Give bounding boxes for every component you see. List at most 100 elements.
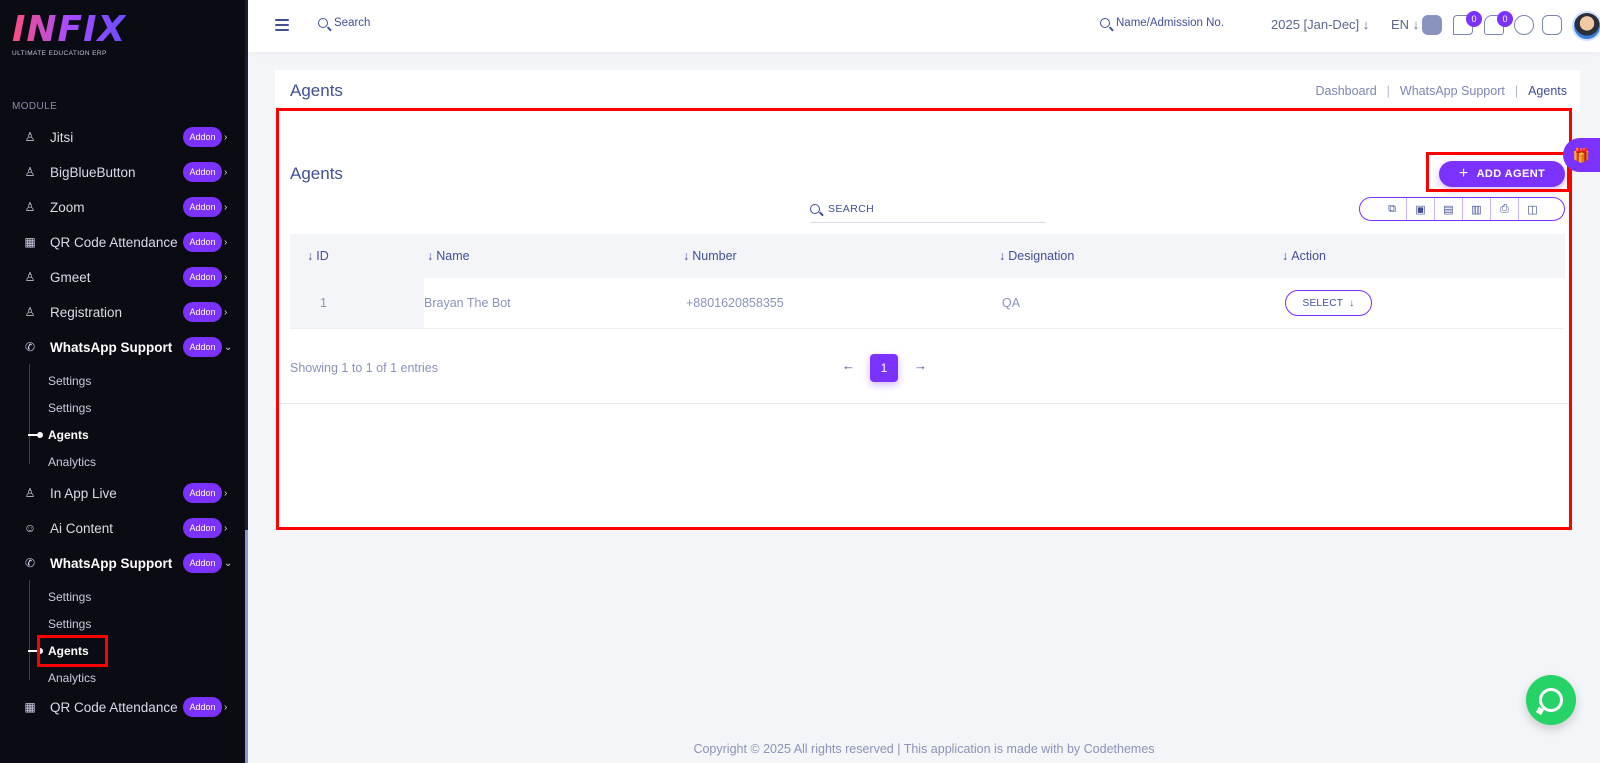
sidebar-item-label: QR Code Attendance (50, 699, 178, 715)
active-indicator (28, 432, 43, 438)
cell-designation: QA (1002, 296, 1021, 310)
brand-name: INFIX (12, 9, 127, 50)
chevron-right-icon: › (224, 701, 228, 713)
sort-arrow-icon: ↓ (999, 249, 1006, 263)
agents-card (277, 110, 1570, 528)
search-icon (318, 18, 328, 28)
add-agent-button[interactable]: + ADD AGENT (1439, 161, 1565, 187)
chat-count-badge: 0 (1466, 11, 1482, 27)
addon-badge: Addon (183, 553, 222, 573)
sidebar-item-ai-content[interactable]: ☺ Ai Content Addon › (0, 511, 240, 545)
print-icon[interactable]: ⎙ (1490, 198, 1518, 220)
sidebar-item-in-app-live[interactable]: ♙ In App Live Addon › (0, 476, 240, 510)
sort-arrow-icon: ↓ (427, 249, 434, 263)
sidebar-item-label: Ai Content (50, 520, 114, 536)
notification-count-badge: 0 (1497, 11, 1513, 27)
language-selector[interactable]: EN ↓ (1391, 17, 1419, 32)
column-header-label: Number (692, 249, 737, 263)
breadcrumb-dashboard[interactable]: Dashboard (1316, 84, 1377, 98)
chevron-right-icon: › (224, 201, 228, 213)
sort-arrow-icon: ↓ (307, 249, 314, 263)
active-indicator (28, 648, 43, 654)
previous-page-icon[interactable]: ← (842, 358, 855, 373)
column-header-label: Action (1291, 249, 1326, 263)
sidebar-scrollbar-thumb[interactable] (245, 530, 248, 763)
chevron-right-icon: › (224, 166, 228, 178)
addon-badge: Addon (183, 483, 222, 503)
submenu-item-agents[interactable]: Agents (48, 644, 89, 658)
session-selector[interactable]: 2025 [Jan-Dec] ↓ (1271, 17, 1369, 32)
next-page-icon[interactable]: → (914, 358, 927, 373)
gift-icon[interactable]: 🎁 (1563, 138, 1600, 172)
sidebar-item-qr-code-attendance[interactable]: ▦ QR Code Attendance Addon › (0, 225, 240, 259)
student-search[interactable]: Name/Admission No. (1100, 17, 1224, 29)
column-header-label: Name (436, 249, 470, 263)
chevron-down-icon: ⌄ (224, 341, 233, 353)
app-logo[interactable]: INFIX ULTIMATE EDUCATION ERP (12, 9, 127, 58)
column-header-id[interactable]: ↓ ID (307, 249, 329, 263)
module-heading: MODULE (12, 101, 58, 112)
column-header-designation[interactable]: ↓ Designation (999, 249, 1074, 263)
card-title: Agents (290, 164, 343, 183)
table-search-input[interactable]: SEARCH (810, 195, 1046, 223)
column-header-name[interactable]: ↓ Name (427, 249, 470, 263)
footer-copyright: Copyright © 2025 All rights reserved | T… (693, 742, 1155, 756)
arrow-down-icon: ↓ (1362, 17, 1370, 32)
addon-badge: Addon (183, 518, 222, 538)
submenu-item-settings[interactable]: Settings (48, 374, 91, 388)
robot-icon[interactable] (1422, 15, 1442, 35)
user-avatar[interactable] (1572, 11, 1600, 41)
sidebar-item-qr-code-attendance-2[interactable]: ▦ QR Code Attendance Addon › (0, 690, 240, 724)
chevron-right-icon: › (224, 487, 228, 499)
sidebar-item-bigbluebutton[interactable]: ♙ BigBlueButton Addon › (0, 155, 240, 189)
column-header-number[interactable]: ↓ Number (683, 249, 737, 263)
page-title: Agents (290, 81, 343, 100)
column-header-action[interactable]: ↓ Action (1282, 249, 1326, 263)
columns-icon[interactable]: ◫ (1518, 198, 1546, 220)
sidebar-item-label: QR Code Attendance (50, 234, 178, 250)
sidebar-item-jitsi[interactable]: ♙ Jitsi Addon › (0, 120, 240, 154)
sidebar-item-registration[interactable]: ♙ Registration Addon › (0, 295, 240, 329)
submenu-item-analytics[interactable]: Analytics (48, 671, 96, 685)
card-divider (277, 403, 1570, 404)
submenu-item-settings[interactable]: Settings (48, 401, 91, 415)
person-icon: ♙ (24, 165, 36, 179)
sidebar-item-whatsapp-support[interactable]: ✆ WhatsApp Support Addon ⌄ (0, 330, 240, 364)
addon-badge: Addon (183, 127, 222, 147)
submenu-item-settings[interactable]: Settings (48, 590, 91, 604)
qr-grid-icon: ▦ (24, 700, 36, 714)
chevron-right-icon: › (224, 271, 228, 283)
submenu-item-analytics[interactable]: Analytics (48, 455, 96, 469)
addon-badge: Addon (183, 162, 222, 182)
page-button-current[interactable]: 1 (870, 354, 898, 382)
pdf-icon[interactable]: ▥ (1462, 198, 1490, 220)
chevron-right-icon: › (224, 522, 228, 534)
globe-icon[interactable] (1514, 15, 1534, 35)
arrow-down-icon: ↓ (1412, 17, 1420, 32)
sidebar-item-label: WhatsApp Support (50, 555, 173, 571)
stats-icon[interactable] (1542, 15, 1562, 35)
sidebar-item-zoom[interactable]: ♙ Zoom Addon › (0, 190, 240, 224)
search-icon (810, 203, 820, 214)
submenu-line (29, 580, 30, 680)
select-action-button[interactable]: SELECT ↓ (1285, 290, 1372, 316)
excel-icon[interactable]: ▣ (1406, 198, 1434, 220)
breadcrumb-whatsapp-support[interactable]: WhatsApp Support (1400, 84, 1505, 98)
sidebar-item-whatsapp-support-2[interactable]: ✆ WhatsApp Support Addon ⌄ (0, 546, 240, 580)
search-icon (1100, 18, 1110, 28)
sidebar-item-gmeet[interactable]: ♙ Gmeet Addon › (0, 260, 240, 294)
copy-icon[interactable]: ⧉ (1378, 198, 1406, 220)
hamburger-menu-icon[interactable] (275, 19, 289, 31)
person-icon: ♙ (24, 305, 36, 319)
submenu-item-agents[interactable]: Agents (48, 428, 89, 442)
menu-search[interactable]: Search (318, 17, 370, 29)
whatsapp-chat-button[interactable] (1526, 675, 1576, 725)
sidebar-item-label: WhatsApp Support (50, 339, 173, 355)
submenu-item-settings[interactable]: Settings (48, 617, 91, 631)
sidebar-item-label: Gmeet (50, 269, 91, 285)
robot-icon: ☺ (23, 521, 37, 535)
column-header-label: Designation (1008, 249, 1075, 263)
person-icon: ♙ (24, 200, 36, 214)
csv-icon[interactable]: ▤ (1434, 198, 1462, 220)
whatsapp-icon: ✆ (24, 340, 36, 354)
